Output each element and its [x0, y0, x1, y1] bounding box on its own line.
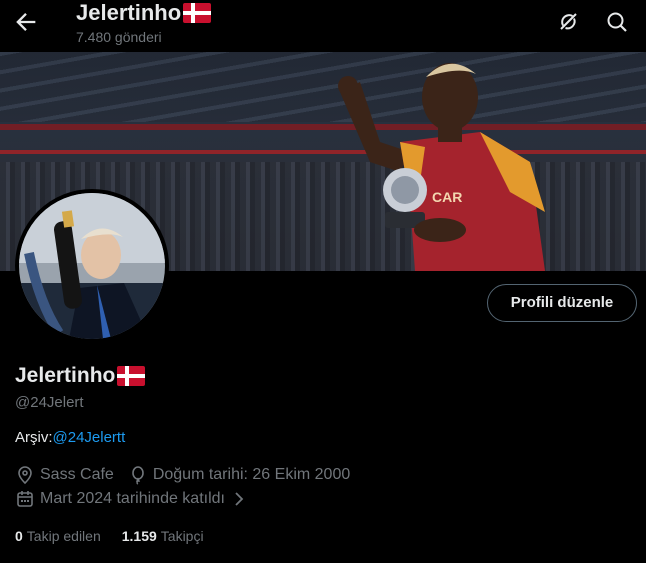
location-pin-icon	[15, 465, 35, 485]
player-with-trophy-image: CAR	[338, 63, 545, 271]
display-name-text: Jelertinho	[15, 364, 116, 387]
top-bar: Jelertinho 7.480 gönderi	[0, 0, 646, 52]
profile-meta-line-1: Sass Cafe Doğum tarihi: 26 Ekim 2000	[15, 465, 350, 485]
grok-button[interactable]	[557, 10, 581, 34]
search-button[interactable]	[605, 10, 629, 34]
edit-profile-button[interactable]: Profili düzenle	[487, 284, 637, 322]
grok-icon	[557, 13, 581, 38]
bio-mention-link[interactable]: @24Jelertt	[53, 429, 126, 446]
birthday-text: Doğum tarihi: 26 Ekim 2000	[152, 466, 351, 483]
back-button[interactable]	[12, 8, 40, 36]
profile-avatar[interactable]	[15, 189, 169, 343]
arrow-left-icon	[12, 13, 40, 40]
avatar-photo	[19, 193, 165, 339]
profile-bio: Arşiv:@24Jelertt	[15, 429, 125, 446]
followers-label: Takipçi	[160, 528, 204, 544]
posts-count: 7.480 gönderi	[76, 29, 162, 45]
svg-text:CAR: CAR	[432, 189, 462, 205]
joined-text: Mart 2024 tarihinde katıldı	[40, 490, 225, 507]
bio-prefix: Arşiv:	[15, 429, 53, 446]
followers-count: 1.159	[121, 528, 157, 544]
chevron-right-icon	[229, 489, 249, 509]
balloon-icon	[128, 465, 148, 485]
followers-link[interactable]: 1.159 Takipçi	[122, 528, 204, 544]
following-link[interactable]: 0 Takip edilen	[15, 528, 101, 544]
follow-stats: 0 Takip edilen 1.159 Takipçi	[15, 528, 225, 544]
denmark-flag-icon	[183, 3, 212, 23]
profile-meta-line-2[interactable]: Mart 2024 tarihinde katıldı	[15, 489, 254, 509]
calendar-icon	[15, 489, 35, 509]
header-title-block: Jelertinho 7.480 gönderi	[76, 0, 212, 45]
denmark-flag-icon	[117, 366, 146, 386]
following-count: 0	[15, 528, 23, 544]
header-title-text: Jelertinho	[76, 0, 182, 25]
header-title: Jelertinho	[76, 0, 212, 26]
profile-handle: @24Jelert	[15, 394, 84, 411]
location-text: Sass Cafe	[40, 466, 114, 483]
profile-display-name: Jelertinho	[15, 364, 146, 388]
following-label: Takip edilen	[26, 528, 101, 544]
search-icon	[605, 12, 629, 38]
